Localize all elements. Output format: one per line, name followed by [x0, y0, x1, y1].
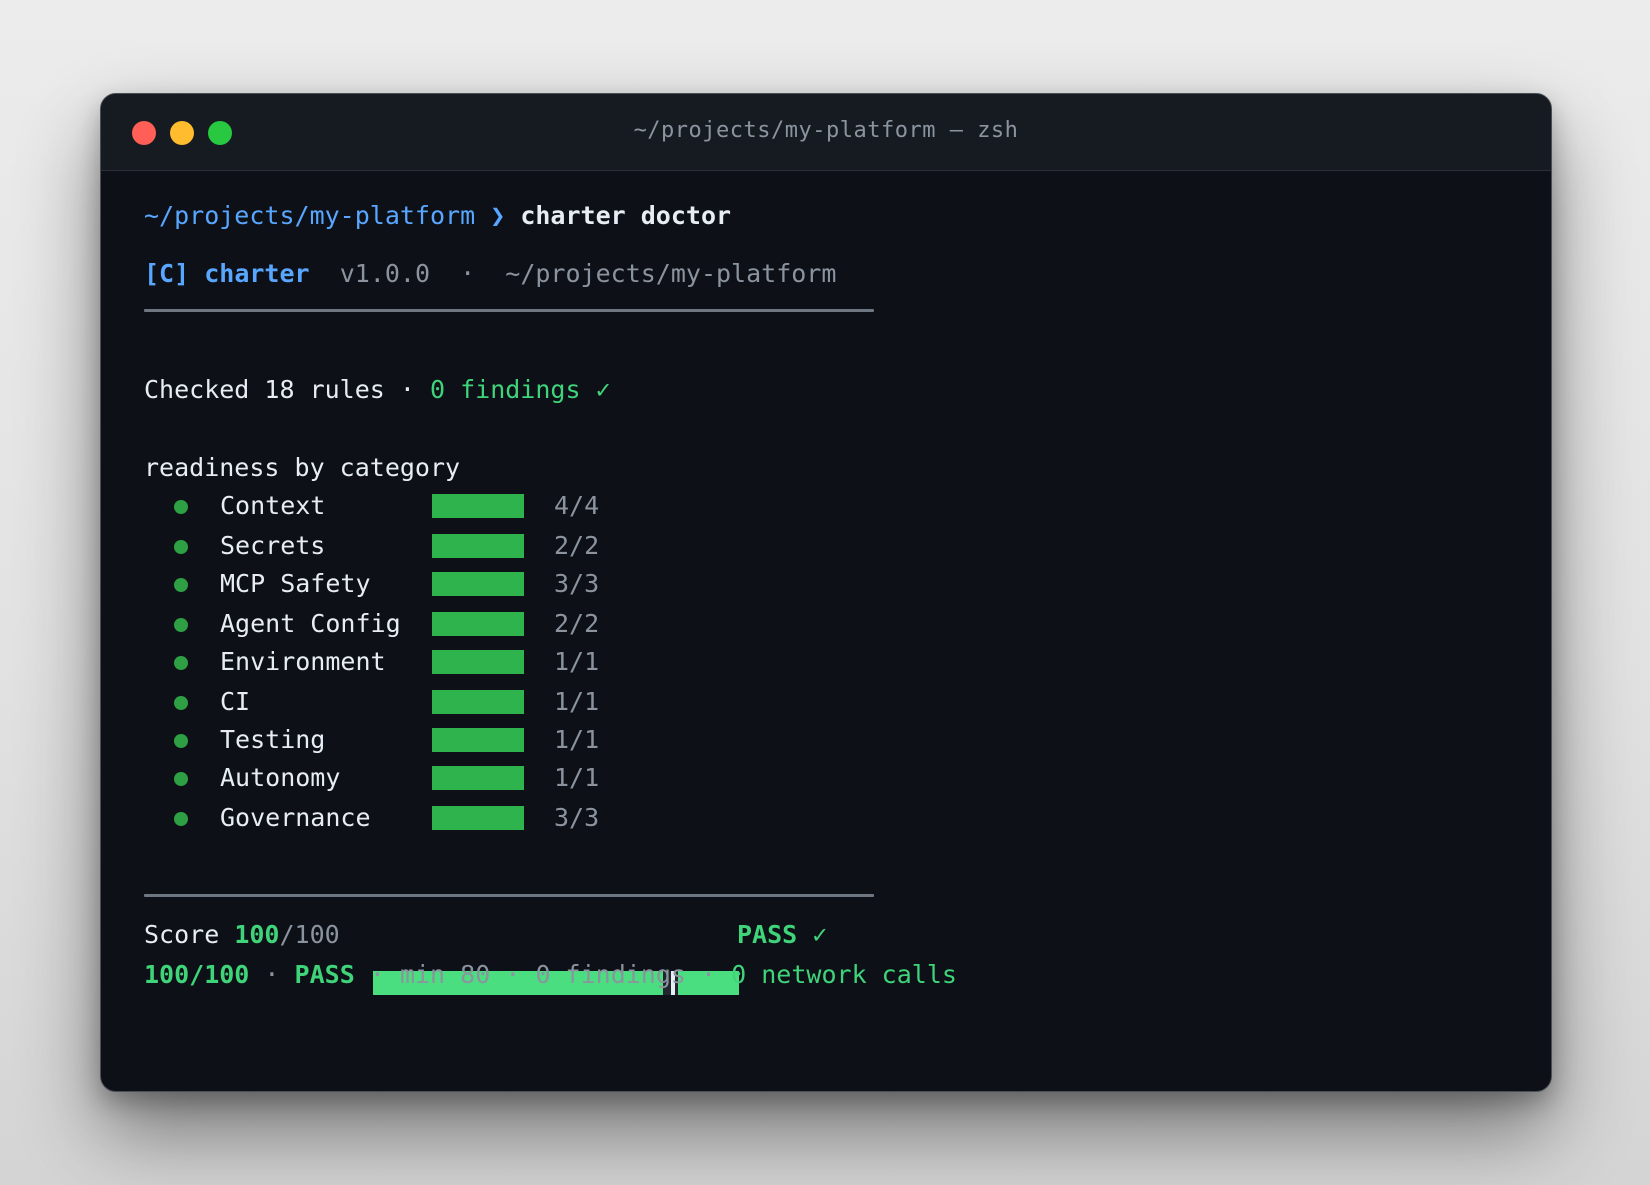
category-row: CI 1/1 [144, 687, 844, 717]
score-value: 100 [234, 920, 280, 949]
category-progress-fill [432, 572, 524, 596]
status-dot-icon [174, 734, 188, 748]
footer-sep-1: · [264, 960, 280, 989]
terminal-content[interactable]: ~/projects/my-platform ❯ charter doctor … [101, 94, 1551, 1091]
summary-line: Checked 18 rules · 0 findings ✓ [144, 375, 611, 405]
score-max: /100 [279, 920, 340, 949]
summary-findings: 0 findings ✓ [430, 375, 611, 404]
score-status: PASS ✓ [737, 920, 828, 949]
category-count: 1/1 [554, 687, 600, 716]
category-progress-bar [432, 766, 524, 790]
category-count: 3/3 [554, 569, 600, 598]
header-path: ~/projects/my-platform [505, 259, 837, 288]
category-count: 1/1 [554, 763, 600, 792]
status-dot-icon [174, 500, 188, 514]
category-row: Context 4/4 [144, 491, 844, 521]
footer-sep-3: · [505, 960, 521, 989]
category-count: 1/1 [554, 647, 600, 676]
category-row: Secrets 2/2 [144, 531, 844, 561]
prompt-cwd: ~/projects/my-platform [144, 201, 476, 230]
category-progress-fill [432, 690, 524, 714]
category-label: Autonomy [220, 763, 341, 792]
category-label: Context [220, 491, 326, 520]
category-progress-fill [432, 494, 524, 518]
score-line: Score 100/100 [144, 920, 340, 950]
category-progress-bar [432, 494, 524, 518]
category-progress-fill [432, 766, 524, 790]
score-label: Score [144, 920, 220, 949]
category-label: Agent Config [220, 609, 401, 638]
app-logo: [C] [144, 259, 190, 288]
category-count: 2/2 [554, 531, 600, 560]
status-dot-icon [174, 696, 188, 710]
category-label: Environment [220, 647, 386, 676]
category-row: Autonomy 1/1 [144, 763, 844, 793]
footer-status: PASS [294, 960, 355, 989]
category-label: MCP Safety [220, 569, 371, 598]
readiness-heading: readiness by category [144, 453, 461, 482]
footer-network: 0 network calls [731, 960, 957, 989]
footer-sep-4: · [701, 960, 717, 989]
footer-sep-2: · [369, 960, 385, 989]
category-progress-bar [432, 728, 524, 752]
category-progress-bar [432, 572, 524, 596]
category-label: CI [220, 687, 251, 716]
category-row: Testing 1/1 [144, 725, 844, 755]
category-count: 4/4 [554, 491, 600, 520]
category-label: Governance [220, 803, 371, 832]
footer-line: 100/100 · PASS · min 80 · 0 findings · 0… [144, 960, 957, 990]
category-row: Governance 3/3 [144, 803, 844, 833]
category-count: 2/2 [554, 609, 600, 638]
category-row: MCP Safety 3/3 [144, 569, 844, 599]
footer-score: 100/100 [144, 960, 250, 989]
category-progress-bar [432, 534, 524, 558]
app-name: charter [204, 259, 310, 288]
category-progress-bar [432, 612, 524, 636]
app-version: v1.0.0 [339, 259, 430, 288]
divider-bottom [144, 894, 874, 897]
category-progress-fill [432, 612, 524, 636]
category-row: Environment 1/1 [144, 647, 844, 677]
header-separator: · [460, 259, 476, 288]
category-progress-bar [432, 806, 524, 830]
prompt-arrow-icon: ❯ [490, 201, 506, 230]
category-count: 3/3 [554, 803, 600, 832]
status-dot-icon [174, 618, 188, 632]
category-progress-fill [432, 534, 524, 558]
category-progress-bar [432, 650, 524, 674]
category-progress-fill [432, 728, 524, 752]
app-header: [C] charter v1.0.0 · ~/projects/my-platf… [144, 259, 836, 289]
category-progress-fill [432, 806, 524, 830]
prompt-line: ~/projects/my-platform ❯ charter doctor [144, 201, 731, 231]
divider-top [144, 309, 874, 312]
category-count: 1/1 [554, 725, 600, 754]
summary-prefix: Checked 18 rules · [144, 375, 415, 404]
terminal-window: ~/projects/my-platform — zsh ~/projects/… [100, 93, 1552, 1092]
prompt-command: charter doctor [520, 201, 732, 230]
status-dot-icon [174, 540, 188, 554]
status-dot-icon [174, 578, 188, 592]
category-progress-fill [432, 650, 524, 674]
category-progress-bar [432, 690, 524, 714]
footer-findings: 0 findings [535, 960, 686, 989]
status-dot-icon [174, 656, 188, 670]
category-label: Testing [220, 725, 326, 754]
status-dot-icon [174, 772, 188, 786]
status-dot-icon [174, 812, 188, 826]
category-row: Agent Config 2/2 [144, 609, 844, 639]
category-label: Secrets [220, 531, 326, 560]
footer-min: min 80 [399, 960, 491, 989]
